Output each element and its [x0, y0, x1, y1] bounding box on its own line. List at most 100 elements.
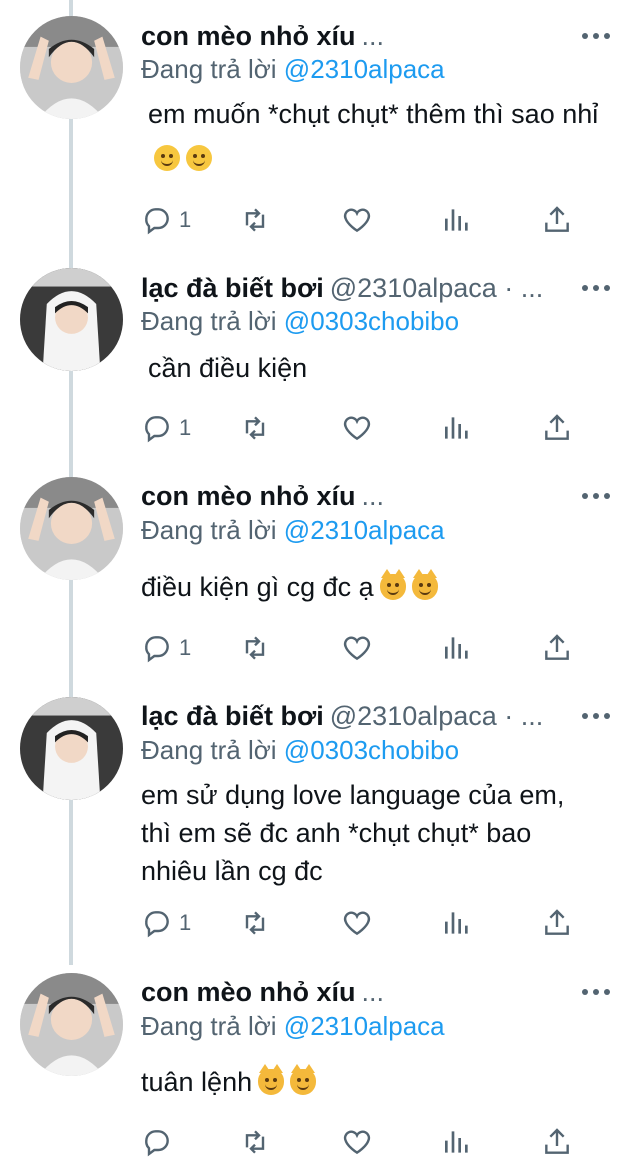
author-name[interactable]: con mèo nhỏ xíu [141, 481, 356, 511]
share-button[interactable] [541, 630, 573, 666]
tweet-text: em sử dụng love language của em, thì em … [141, 776, 596, 890]
more-options-icon[interactable] [582, 978, 610, 1006]
tweet-text-content: em sử dụng love language của em, thì em … [141, 780, 565, 886]
tweet-header: lạc đà biết bơi @2310alpaca · ... [141, 699, 566, 733]
reply-icon [145, 911, 169, 938]
grinning-cat-emoji [411, 569, 438, 600]
avatar[interactable] [20, 973, 123, 1076]
reply-mention-link[interactable]: @2310alpaca [284, 54, 445, 84]
grinning-cat-emoji [379, 569, 406, 600]
like-button[interactable] [341, 1124, 373, 1160]
reply-icon [145, 636, 169, 663]
reply-count: 1 [179, 635, 192, 660]
tweet-text: tuân lệnh [141, 1060, 602, 1104]
replying-to: Đang trả lời @0303chobibo [141, 304, 459, 338]
replying-to-label: Đang trả lời [141, 306, 277, 336]
author-name[interactable]: con mèo nhỏ xíu [141, 21, 356, 51]
like-button[interactable] [341, 410, 373, 446]
reply-count: 1 [179, 415, 192, 440]
like-button[interactable] [341, 202, 373, 238]
share-icon [545, 1128, 569, 1154]
reply-count: 1 [179, 207, 192, 232]
retweet-button[interactable] [239, 410, 271, 446]
share-button[interactable] [541, 905, 573, 941]
share-button[interactable] [541, 410, 573, 446]
tweet-text-content: tuân lệnh [141, 1067, 253, 1097]
like-button[interactable] [341, 905, 373, 941]
grinning-cat-emoji [290, 1064, 317, 1095]
header-ellipsis: ... [361, 21, 385, 51]
author-name[interactable]: lạc đà biết bơi [141, 273, 324, 303]
tweet-text-content: cần điều kiện [148, 353, 308, 383]
reply-count: 1 [179, 910, 192, 935]
replying-to-label: Đang trả lời [141, 1011, 277, 1041]
replying-to: Đang trả lời @2310alpaca [141, 52, 445, 86]
reply-button[interactable]: 1 [141, 202, 191, 238]
replying-to-label: Đang trả lời [141, 735, 277, 765]
views-button[interactable] [441, 1124, 473, 1160]
share-icon [545, 909, 569, 935]
tweet-actions [141, 1124, 581, 1160]
more-options-icon[interactable] [582, 482, 610, 510]
tweet-text-content: em muốn *chụt chụt* thêm thì sao nhỉ [148, 99, 599, 129]
retweet-icon [245, 416, 265, 440]
tweet-header: con mèo nhỏ xíu... [141, 479, 566, 513]
share-icon [545, 634, 569, 660]
retweet-button[interactable] [239, 905, 271, 941]
tweet-header: con mèo nhỏ xíu... [141, 975, 566, 1009]
tweet-header: lạc đà biết bơi @2310alpaca · ... [141, 271, 566, 305]
share-icon [545, 206, 569, 232]
replying-to: Đang trả lời @2310alpaca [141, 1009, 445, 1043]
author-name[interactable]: lạc đà biết bơi [141, 701, 324, 731]
avatar[interactable] [20, 477, 123, 580]
views-chart-icon [445, 417, 468, 439]
reply-button[interactable]: 1 [141, 905, 191, 941]
views-button[interactable] [441, 905, 473, 941]
author-handle[interactable]: @2310alpaca · ... [330, 273, 544, 303]
heart-icon [343, 911, 371, 936]
tweet-actions: 1 [141, 905, 581, 941]
reply-mention-link[interactable]: @2310alpaca [284, 1011, 445, 1041]
views-chart-icon [445, 912, 468, 934]
heart-icon [343, 208, 371, 233]
reply-mention-link[interactable]: @2310alpaca [284, 515, 445, 545]
views-button[interactable] [441, 630, 473, 666]
avatar[interactable] [20, 16, 123, 119]
more-options-icon[interactable] [582, 22, 610, 50]
replying-to-label: Đang trả lời [141, 515, 277, 545]
tweet-text: em muốn *chụt chụt* thêm thì sao nhỉ [141, 92, 602, 180]
retweet-icon [245, 1130, 265, 1154]
views-chart-icon [445, 209, 468, 231]
more-options-icon[interactable] [582, 702, 610, 730]
retweet-button[interactable] [239, 202, 271, 238]
reply-icon [145, 1130, 169, 1157]
views-chart-icon [445, 1131, 468, 1153]
header-ellipsis: ... [361, 977, 385, 1007]
author-handle[interactable]: @2310alpaca · ... [330, 701, 544, 731]
reply-button[interactable]: 1 [141, 630, 191, 666]
reply-mention-link[interactable]: @0303chobibo [284, 735, 459, 765]
more-options-icon[interactable] [582, 274, 610, 302]
heart-icon [343, 416, 371, 441]
avatar[interactable] [20, 697, 123, 800]
reply-mention-link[interactable]: @0303chobibo [284, 306, 459, 336]
share-button[interactable] [541, 1124, 573, 1160]
retweet-button[interactable] [239, 1124, 271, 1160]
views-button[interactable] [441, 410, 473, 446]
reply-button[interactable] [141, 1124, 179, 1160]
tweet-actions: 1 [141, 410, 581, 446]
reply-button[interactable]: 1 [141, 410, 191, 446]
retweet-icon [245, 911, 265, 935]
tweet-actions: 1 [141, 630, 581, 666]
views-button[interactable] [441, 202, 473, 238]
retweet-button[interactable] [239, 630, 271, 666]
replying-to: Đang trả lời @0303chobibo [141, 733, 459, 767]
tweet-text: điều kiện gì cg đc ạ [141, 565, 602, 609]
header-ellipsis: ... [361, 481, 385, 511]
share-button[interactable] [541, 202, 573, 238]
replying-to-label: Đang trả lời [141, 54, 277, 84]
author-name[interactable]: con mèo nhỏ xíu [141, 977, 356, 1007]
like-button[interactable] [341, 630, 373, 666]
heart-icon [343, 636, 371, 661]
avatar[interactable] [20, 268, 123, 371]
